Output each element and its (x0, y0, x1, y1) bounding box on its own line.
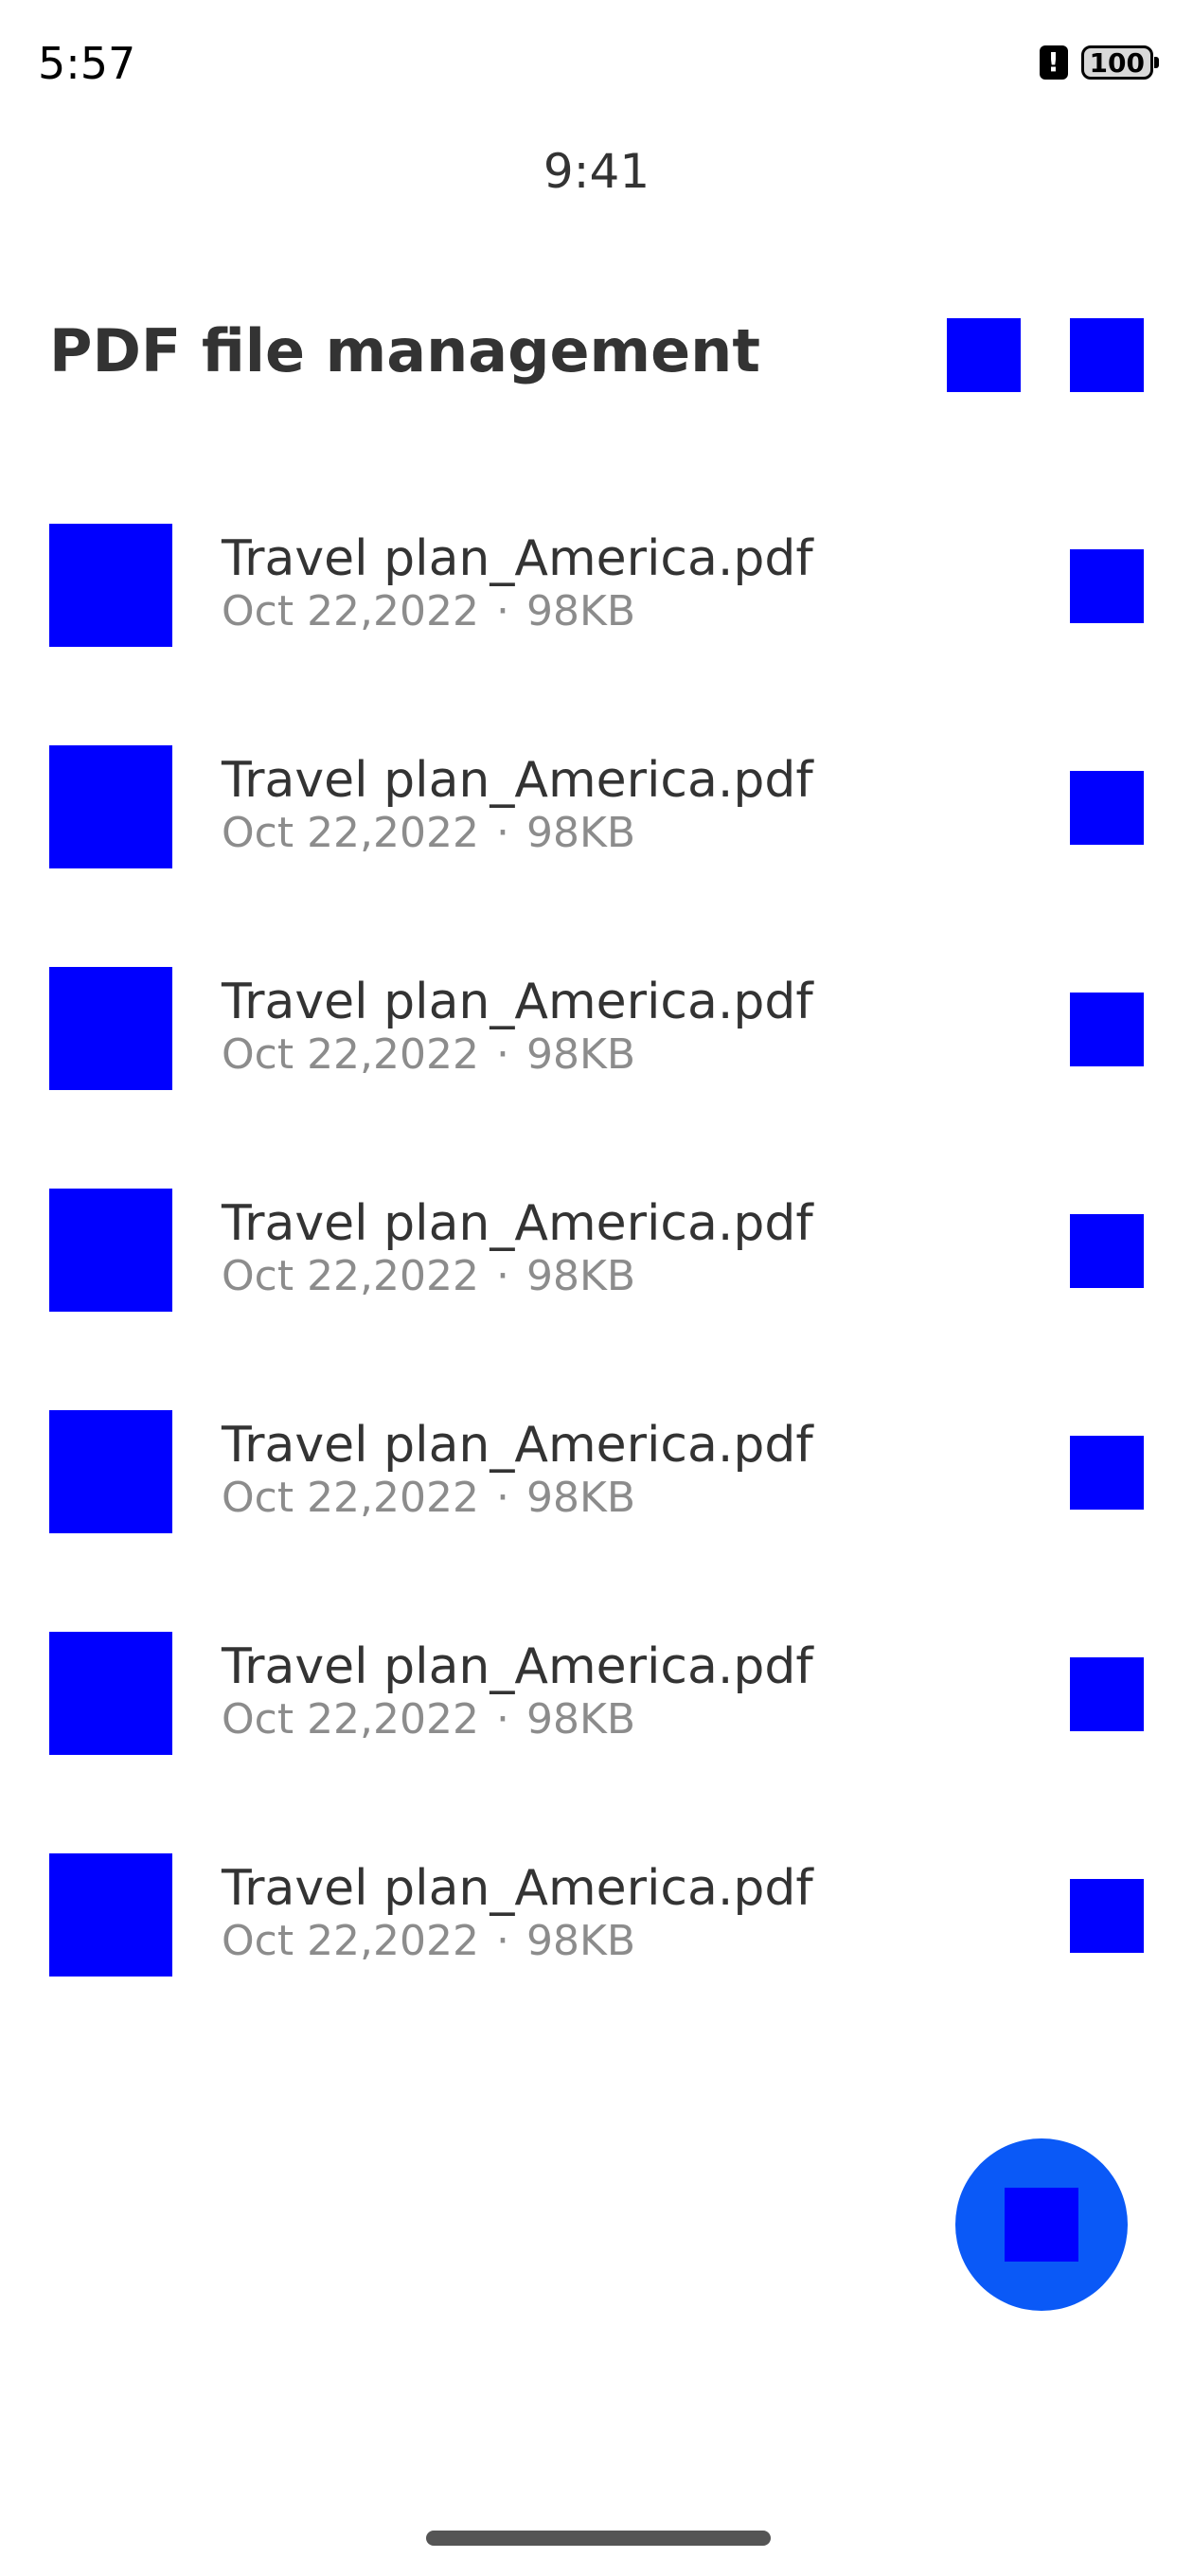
file-date: Oct 22,2022 (222, 1030, 480, 1079)
file-meta: Oct 22,2022 · 98KB (222, 809, 635, 857)
file-date: Oct 22,2022 (222, 1917, 480, 1965)
alert-icon: ! (1039, 45, 1068, 80)
header-action-2-icon[interactable] (1070, 318, 1144, 392)
file-more-icon[interactable] (1070, 771, 1144, 845)
file-size: 98KB (526, 1030, 636, 1079)
file-more-icon[interactable] (1070, 1436, 1144, 1510)
add-file-fab-button[interactable] (955, 2138, 1128, 2311)
file-more-icon[interactable] (1070, 1657, 1144, 1731)
file-list: Travel plan_America.pdf Oct 22,2022 · 98KB… (0, 492, 1193, 2044)
status-icons: ! 100 (1039, 45, 1160, 80)
file-meta: Oct 22,2022 · 98KB (222, 587, 635, 635)
file-meta: Oct 22,2022 · 98KB (222, 1030, 635, 1079)
file-name: Travel plan_America.pdf (222, 1638, 813, 1695)
page-title: PDF file management (49, 316, 760, 385)
battery-level: 100 (1089, 46, 1145, 79)
file-size: 98KB (526, 587, 636, 635)
file-date: Oct 22,2022 (222, 1695, 480, 1744)
file-size: 98KB (526, 1695, 636, 1744)
file-list-item[interactable]: Travel plan_America.pdf Oct 22,2022 · 98KB (0, 1822, 1193, 2044)
file-name: Travel plan_America.pdf (222, 752, 813, 809)
file-meta: Oct 22,2022 · 98KB (222, 1474, 635, 1522)
clock-text: 9:41 (543, 144, 650, 199)
file-name: Travel plan_America.pdf (222, 530, 813, 587)
file-date: Oct 22,2022 (222, 587, 480, 635)
meta-separator: · (496, 1695, 510, 1744)
file-list-item[interactable]: Travel plan_America.pdf Oct 22,2022 · 98KB (0, 714, 1193, 936)
file-list-item[interactable]: Travel plan_America.pdf Oct 22,2022 · 98KB (0, 1379, 1193, 1601)
file-list-item[interactable]: Travel plan_America.pdf Oct 22,2022 · 98KB (0, 1157, 1193, 1379)
file-list-item[interactable]: Travel plan_America.pdf Oct 22,2022 · 98KB (0, 936, 1193, 1157)
file-list-item[interactable]: Travel plan_America.pdf Oct 22,2022 · 98KB (0, 1601, 1193, 1822)
file-size: 98KB (526, 809, 636, 857)
status-time: 5:57 (38, 38, 136, 89)
status-bar: 5:57 ! 100 (0, 0, 1193, 133)
file-more-icon[interactable] (1070, 549, 1144, 623)
file-date: Oct 22,2022 (222, 809, 480, 857)
meta-separator: · (496, 1917, 510, 1965)
meta-separator: · (496, 1030, 510, 1079)
file-size: 98KB (526, 1252, 636, 1300)
file-thumbnail-icon (49, 745, 172, 868)
file-meta: Oct 22,2022 · 98KB (222, 1252, 635, 1300)
meta-separator: · (496, 1252, 510, 1300)
file-thumbnail-icon (49, 1189, 172, 1312)
file-name: Travel plan_America.pdf (222, 1417, 813, 1474)
file-thumbnail-icon (49, 1410, 172, 1533)
meta-separator: · (496, 809, 510, 857)
meta-separator: · (496, 587, 510, 635)
file-thumbnail-icon (49, 967, 172, 1090)
file-thumbnail-icon (49, 1632, 172, 1755)
file-name: Travel plan_America.pdf (222, 1860, 813, 1917)
fab-icon (1005, 2188, 1078, 2262)
file-date: Oct 22,2022 (222, 1252, 480, 1300)
file-more-icon[interactable] (1070, 1214, 1144, 1288)
battery-icon: 100 (1080, 45, 1160, 80)
home-indicator[interactable] (426, 2531, 771, 2546)
file-name: Travel plan_America.pdf (222, 1195, 813, 1252)
file-meta: Oct 22,2022 · 98KB (222, 1917, 635, 1965)
file-size: 98KB (526, 1917, 636, 1965)
file-date: Oct 22,2022 (222, 1474, 480, 1522)
file-more-icon[interactable] (1070, 993, 1144, 1066)
header-action-1-icon[interactable] (947, 318, 1021, 392)
file-more-icon[interactable] (1070, 1879, 1144, 1953)
file-size: 98KB (526, 1474, 636, 1522)
file-thumbnail-icon (49, 1853, 172, 1977)
file-thumbnail-icon (49, 524, 172, 647)
file-name: Travel plan_America.pdf (222, 974, 813, 1030)
meta-separator: · (496, 1474, 510, 1522)
file-meta: Oct 22,2022 · 98KB (222, 1695, 635, 1744)
file-list-item[interactable]: Travel plan_America.pdf Oct 22,2022 · 98KB (0, 492, 1193, 714)
